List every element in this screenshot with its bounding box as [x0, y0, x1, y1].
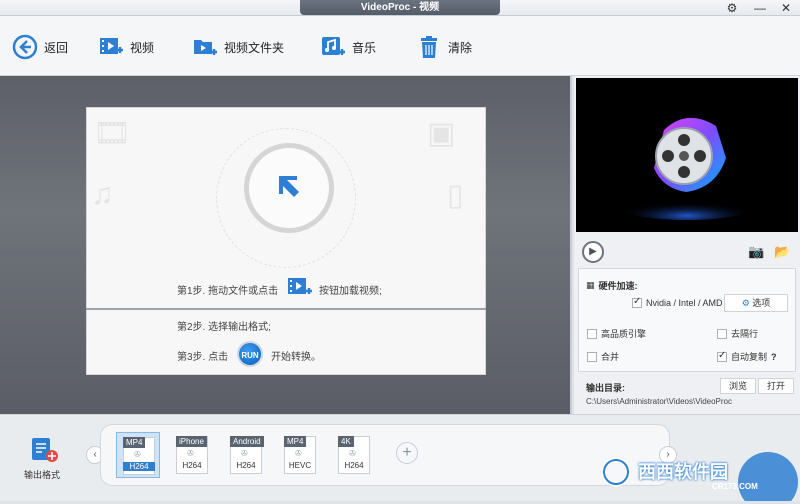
format-item-3[interactable]: MP4 ✇ HEVC — [278, 432, 322, 478]
output-format-label: 输出格式 — [24, 470, 61, 480]
music-deco-icon: ♫ — [91, 178, 114, 211]
gpu-checkbox[interactable] — [632, 296, 642, 308]
music-label: 音乐 — [352, 40, 377, 55]
panel-divider — [86, 308, 486, 310]
options-button-label: 选项 — [752, 298, 771, 308]
film-reel-icon: ✇ — [134, 450, 141, 459]
watermark-logo: 西西软件园 CR173.COM — [601, 448, 800, 504]
film-reel-icon: ✇ — [295, 449, 302, 458]
chip-icon: ▦ — [586, 280, 595, 290]
clear-label: 清除 — [448, 40, 473, 55]
add-video-button[interactable]: 视频 — [98, 32, 154, 62]
auto-copy-label: 自动复制 — [731, 352, 768, 362]
player-bar: ▶ 📷 📂 — [576, 238, 798, 266]
gear-icon: ⚙ — [741, 298, 750, 308]
step2-text: 第2步. 选择输出格式; — [177, 322, 271, 333]
watermark-sub: CR173.COM — [712, 482, 758, 491]
video-folder-icon — [194, 40, 217, 55]
auto-copy-option[interactable]: 自动复制 ? — [717, 350, 777, 363]
format-codec: H264 — [344, 461, 364, 470]
add-format-button[interactable]: + — [396, 442, 418, 464]
hq-engine-checkbox[interactable] — [587, 328, 597, 339]
film-deco-icon: 🎞 — [93, 117, 132, 150]
add-music-button[interactable]: 音乐 — [320, 32, 376, 62]
format-name: Android — [230, 436, 264, 447]
hw-accel-label: 硬件加速: — [598, 281, 638, 291]
deinterlace-option[interactable]: 去隔行 — [717, 327, 758, 340]
trash-icon — [421, 36, 437, 58]
auto-copy-checkbox[interactable] — [717, 350, 727, 362]
format-codec: H264 — [182, 461, 202, 470]
format-name: MP4 — [123, 437, 146, 448]
gpu-label: Nvidia / Intel / AMD — [646, 298, 723, 308]
merge-checkbox[interactable] — [587, 351, 597, 362]
format-item-0[interactable]: MP4 ✇ H264 — [116, 432, 160, 478]
output-path: C:\Users\Administrator\Videos\VideoProc — [586, 397, 732, 406]
folder-label: 视频文件夹 — [224, 40, 285, 55]
drag-arrow-icon — [279, 176, 299, 197]
videoproc-logo-icon — [617, 117, 757, 220]
close-button[interactable]: ✕ — [774, 0, 798, 16]
add-video-inline-icon[interactable] — [287, 276, 313, 298]
camera-deco-icon: ▣ — [427, 117, 456, 150]
phone-deco-icon: ▯ — [447, 179, 464, 212]
music-icon — [322, 37, 345, 55]
drop-target[interactable] — [244, 143, 334, 233]
add-video-icon — [100, 38, 123, 54]
open-button[interactable]: 打开 — [758, 378, 794, 394]
format-item-1[interactable]: iPhone ✇ H264 — [170, 432, 214, 478]
hq-engine-option[interactable]: 高品质引擎 — [587, 327, 646, 340]
hq-engine-label: 高品质引擎 — [601, 329, 647, 339]
add-folder-button[interactable]: 视频文件夹 — [192, 32, 284, 62]
output-format-icon[interactable] — [30, 436, 60, 467]
back-label: 返回 — [44, 40, 69, 55]
format-item-4[interactable]: 4K ✇ H264 — [332, 432, 376, 478]
step1-suffix: 按钮加载视频; — [319, 286, 382, 297]
format-codec: H264 — [123, 462, 155, 471]
step3-suffix: 开始转换。 — [271, 352, 321, 363]
settings-gear-icon[interactable]: ⚙ — [720, 0, 744, 16]
format-codec: HEVC — [288, 461, 312, 470]
film-reel-icon: ✇ — [187, 449, 194, 458]
title-bar: VideoProc - 视频 ⚙ — ✕ — [0, 0, 800, 16]
camera-icon[interactable]: 📷 — [748, 244, 764, 260]
format-name: MP4 — [284, 436, 307, 447]
window-title: VideoProc - 视频 — [300, 0, 500, 15]
format-item-2[interactable]: Android ✇ H264 — [224, 432, 268, 478]
hw-accel-row: ▦ 硬件加速: — [586, 279, 638, 292]
options-button[interactable]: ⚙ 选项 — [724, 294, 788, 312]
toolbar: 返回 视频 视频文件夹 音乐 清除 — [0, 16, 800, 76]
merge-option[interactable]: 合并 — [587, 350, 619, 363]
back-button[interactable]: 返回 — [12, 32, 68, 62]
step3-text: 第3步. 点击 — [177, 352, 229, 363]
browse-button[interactable]: 浏览 — [720, 378, 756, 394]
video-label: 视频 — [130, 40, 155, 55]
output-dir-label: 输出目录: — [586, 383, 625, 393]
folder-icon[interactable]: 📂 — [774, 244, 790, 260]
deinterlace-checkbox[interactable] — [717, 328, 727, 339]
film-reel-icon: ✇ — [241, 449, 248, 458]
format-name: 4K — [338, 436, 354, 447]
step1-text: 第1步. 拖动文件或点击 — [177, 286, 279, 297]
deinterlace-label: 去隔行 — [731, 329, 759, 339]
clear-button[interactable]: 清除 — [416, 32, 472, 62]
play-button[interactable]: ▶ — [582, 241, 604, 263]
help-icon[interactable]: ? — [771, 352, 777, 362]
format-codec: H264 — [236, 461, 256, 470]
run-inline-icon: RUN — [237, 341, 263, 367]
film-reel-icon: ✇ — [349, 449, 356, 458]
watermark-text: 西西软件园 — [638, 462, 728, 482]
gpu-option[interactable]: Nvidia / Intel / AMD — [632, 296, 723, 308]
back-arrow-icon — [12, 34, 38, 60]
minimize-button[interactable]: — — [748, 0, 772, 16]
video-preview — [576, 78, 798, 232]
merge-label: 合并 — [601, 352, 620, 362]
format-name: iPhone — [176, 436, 207, 447]
